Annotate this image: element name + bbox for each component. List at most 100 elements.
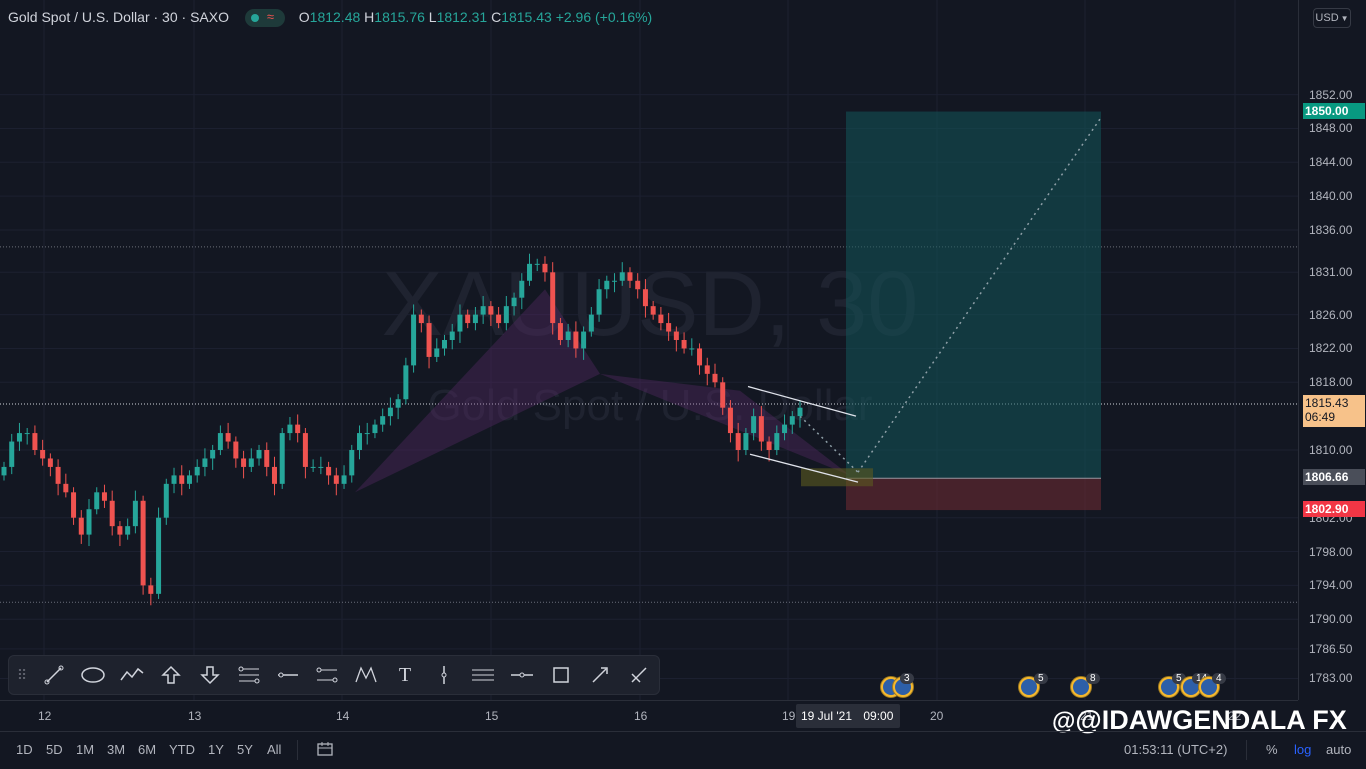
range-1d-button[interactable]: 1D: [16, 742, 33, 757]
path-icon[interactable]: [117, 660, 147, 690]
chevron-down-icon: ▼: [1340, 14, 1349, 23]
candle-body: [465, 314, 471, 324]
symbol-title[interactable]: Gold Spot / U.S. Dollar · 30 · SAXO: [8, 9, 229, 25]
arrow-down-icon[interactable]: [195, 660, 225, 690]
candle-body: [472, 314, 478, 324]
currency-dropdown[interactable]: USD ▼: [1313, 8, 1351, 28]
candle-body: [534, 263, 540, 265]
legend: Gold Spot / U.S. Dollar · 30 · SAXO ≈ O1…: [8, 9, 653, 28]
high-label: H: [364, 9, 375, 25]
trend-line-icon[interactable]: [39, 660, 69, 690]
chart-svg[interactable]: XAUUSD, 30 Gold Spot / U.S. Dollar: [0, 0, 1298, 700]
candle-body: [720, 382, 726, 408]
candle-body: [63, 483, 69, 493]
candle-body: [78, 517, 84, 535]
horizontal-line-icon[interactable]: [507, 660, 537, 690]
candle-body: [689, 348, 695, 350]
time-tick: 12: [38, 709, 52, 723]
candle-body: [673, 331, 679, 340]
candle-body: [519, 280, 525, 298]
price-axis[interactable]: USD ▼ 1852.00 1848.00 1844.00 1840.00 1836.00…: [1298, 0, 1366, 700]
candle-body: [604, 280, 610, 290]
price-tick: 1818.00: [1309, 375, 1353, 390]
candle-body: [496, 314, 502, 324]
percent-toggle[interactable]: %: [1266, 742, 1278, 757]
candle-body: [642, 289, 648, 307]
candle-body: [704, 365, 710, 374]
watermark-title: XAUUSD, 30: [382, 253, 919, 355]
candle-body: [125, 526, 131, 535]
fib-retracement-icon[interactable]: [234, 660, 264, 690]
candle-body: [233, 441, 239, 459]
range-3m-button[interactable]: 3M: [107, 742, 125, 757]
time-axis[interactable]: 12 13 14 15 16 19 20 21 22 19 Jul '21 09…: [0, 700, 1347, 735]
candle-body: [333, 475, 339, 484]
candle-body: [202, 458, 208, 467]
drag-handle-icon[interactable]: ⠿: [13, 660, 31, 690]
candle-body: [1, 466, 7, 476]
price-tick: 1794.00: [1309, 578, 1353, 593]
range-6m-button[interactable]: 6M: [138, 742, 156, 757]
candle-body: [449, 331, 455, 340]
time-tick: 15: [485, 709, 499, 723]
rectangle-icon[interactable]: [546, 660, 576, 690]
candle-body: [782, 424, 788, 434]
xabcd-pattern-icon[interactable]: [351, 660, 381, 690]
change-value: +2.96 (+0.16%): [555, 9, 653, 25]
stop-price-label: 1802.90: [1303, 501, 1365, 518]
candle-body: [434, 348, 440, 357]
crosshair-time: 09:00: [863, 709, 894, 723]
chart-canvas[interactable]: XAUUSD, 30 Gold Spot / U.S. Dollar Gold …: [0, 0, 1298, 700]
price-tick: 1831.00: [1309, 265, 1353, 280]
auto-toggle[interactable]: auto: [1326, 742, 1351, 757]
parallel-channel-icon[interactable]: [312, 660, 342, 690]
clock-timezone[interactable]: 01:53:11 (UTC+2): [1124, 742, 1227, 757]
vertical-line-icon[interactable]: [429, 660, 459, 690]
candle-body: [758, 416, 764, 442]
range-1y-button[interactable]: 1Y: [208, 742, 224, 757]
range-ytd-button[interactable]: YTD: [169, 742, 195, 757]
stop-zone: [846, 478, 1101, 511]
open-value: 1812.48: [309, 9, 361, 25]
price-tick: 1826.00: [1309, 307, 1353, 322]
candle-body: [148, 585, 154, 594]
candle-body: [295, 424, 301, 434]
candle-body: [403, 365, 409, 400]
text-icon[interactable]: T: [390, 660, 420, 690]
candle-body: [511, 297, 517, 307]
price-tick: 1798.00: [1309, 544, 1353, 559]
date-range-icon[interactable]: [316, 740, 334, 763]
current-price-label: 1815.43 06:49: [1303, 395, 1365, 428]
candle-body: [588, 314, 594, 332]
candle-body: [264, 450, 270, 467]
candle-body: [163, 483, 169, 518]
arrow-up-icon[interactable]: [156, 660, 186, 690]
candle-body: [32, 433, 38, 450]
ellipse-icon[interactable]: [78, 660, 108, 690]
candle-body: [380, 416, 386, 425]
candle-body: [565, 331, 571, 340]
candle-body: [302, 433, 308, 467]
candle-body: [55, 466, 61, 484]
candle-body: [581, 331, 587, 349]
arrow-marker-icon[interactable]: [585, 660, 615, 690]
crosshair-time-label: 19 Jul '21 09:00: [796, 704, 900, 728]
status-pill[interactable]: ≈: [244, 9, 285, 28]
log-toggle[interactable]: log: [1294, 742, 1311, 757]
candle-body: [395, 399, 401, 408]
measure-icon[interactable]: [624, 660, 654, 690]
candle-body: [542, 263, 548, 273]
price-tick: 1810.00: [1309, 443, 1353, 457]
range-1m-button[interactable]: 1M: [76, 742, 94, 757]
horizontal-ray-icon[interactable]: [273, 660, 303, 690]
candle-body: [774, 433, 780, 450]
high-value: 1815.76: [374, 9, 425, 25]
range-5y-button[interactable]: 5Y: [237, 742, 253, 757]
range-all-button[interactable]: All: [267, 742, 281, 757]
candle-body: [271, 466, 277, 484]
candle-body: [217, 433, 223, 450]
horizontal-lines-icon[interactable]: [468, 660, 498, 690]
range-5d-button[interactable]: 5D: [46, 742, 63, 757]
candle-body: [364, 433, 370, 435]
candle-body: [442, 340, 448, 349]
